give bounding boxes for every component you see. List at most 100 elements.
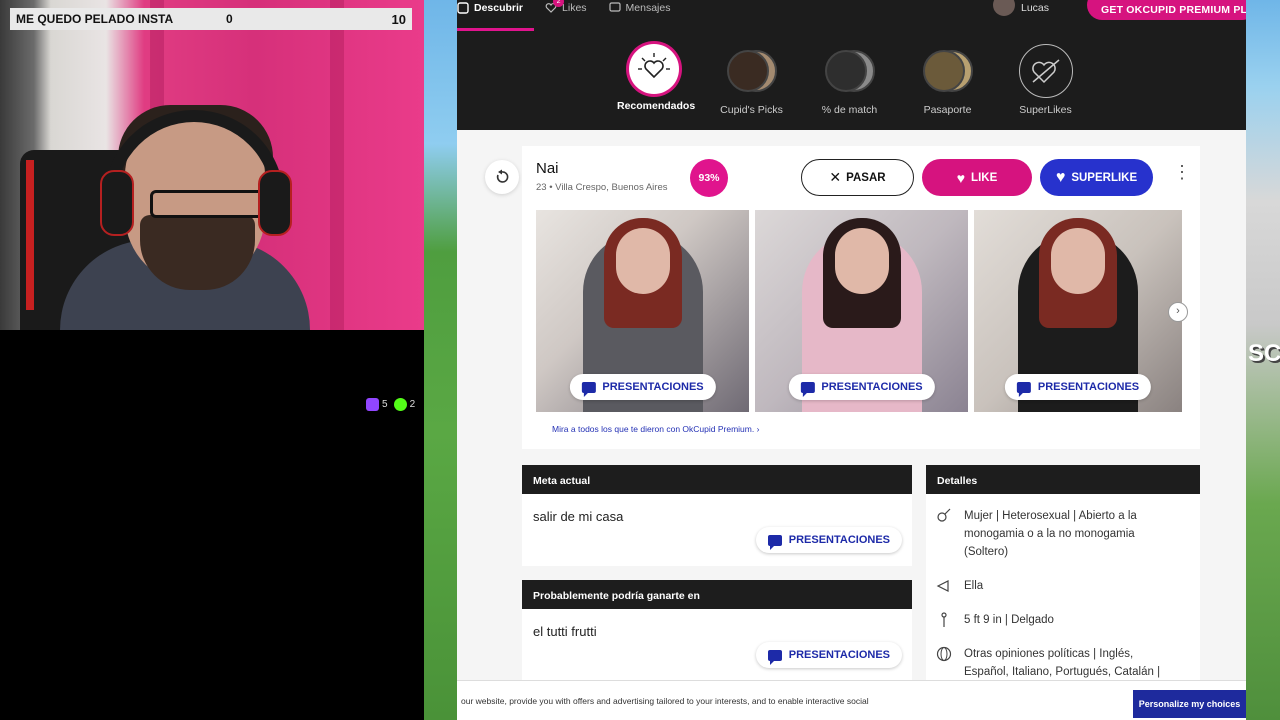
- globe-icon: [936, 646, 952, 662]
- tab-recomendados-label: Recomendados: [617, 100, 696, 112]
- match-thumbs: [823, 44, 877, 98]
- top-bar: Descubrir 2 Likes Mensajes Lucas GET OKC…: [457, 0, 1246, 130]
- presentaciones-button[interactable]: PRESENTACIONES: [755, 642, 902, 668]
- nav-mensajes-label: Mensajes: [625, 2, 671, 14]
- scoreboard-title: ME QUEDO PELADO INSTA: [16, 12, 174, 26]
- scoreboard: ME QUEDO PELADO INSTA 0 10: [10, 8, 412, 30]
- detail-row: Mujer | Heterosexual | Abierto a la mono…: [936, 507, 1137, 561]
- nav-descubrir[interactable]: Descubrir: [457, 2, 534, 31]
- twitch-count: 5: [382, 399, 388, 411]
- detail-row: Ella: [936, 577, 983, 595]
- chat-counters: 5 2: [366, 398, 415, 411]
- like-button[interactable]: ♥ LIKE: [922, 159, 1032, 196]
- section-ganarte: Probablemente podría ganarte en el tutti…: [522, 580, 912, 690]
- tab-recomendados[interactable]: Recomendados: [617, 44, 695, 116]
- detail-line: 5 ft 9 in | Delgado: [964, 614, 1054, 626]
- okcupid-app: Descubrir 2 Likes Mensajes Lucas GET OKC…: [457, 0, 1246, 720]
- undo-button[interactable]: [485, 160, 519, 194]
- presentaciones-button[interactable]: PRESENTACIONES: [569, 374, 716, 400]
- nav-active-underline: [457, 28, 534, 31]
- webcam-feed: [0, 0, 424, 330]
- detail-line: (Soltero): [964, 546, 1009, 558]
- tab-superlikes-label: SuperLikes: [1019, 104, 1072, 116]
- stream-canvas: ME QUEDO PELADO INSTA 0 10 5 2 SC Descub…: [0, 0, 1280, 720]
- pasaporte-thumbs: [921, 44, 975, 98]
- tab-match-label: % de match: [821, 104, 878, 116]
- section-ganarte-text: el tutti frutti: [533, 624, 597, 639]
- get-premium-button[interactable]: GET OKCUPID PREMIUM PL: [1087, 0, 1246, 20]
- presentaciones-button[interactable]: PRESENTACIONES: [1004, 374, 1152, 400]
- kick-icon: [393, 398, 407, 411]
- tab-cupids-picks[interactable]: Cupid's Picks: [715, 44, 788, 116]
- presentaciones-label: PRESENTACIONES: [1037, 381, 1140, 393]
- detail-line: Español, Italiano, Portugués, Catalán |: [964, 666, 1161, 678]
- chat-icon: [1016, 381, 1031, 397]
- detail-line: Ella: [964, 580, 984, 592]
- detail-row: 5 ft 9 in | Delgado: [936, 611, 1054, 629]
- profile-photo[interactable]: PRESENTACIONES: [974, 210, 1182, 412]
- section-detalles: Detalles Mujer | Heterosexual | Abierto …: [926, 465, 1200, 695]
- recomendados-icon: [628, 44, 679, 94]
- more-options-icon[interactable]: ⋮: [1172, 163, 1192, 188]
- pass-label: PASAR: [846, 171, 886, 184]
- nav-likes[interactable]: 2 Likes: [545, 0, 587, 14]
- chat-icon: [581, 381, 596, 397]
- profile-meta: 23 • Villa Crespo, Buenos Aires: [536, 182, 668, 193]
- body-icon: [941, 612, 947, 627]
- like-label: LIKE: [971, 171, 998, 184]
- discover-tabs: Recomendados Cupid's Picks % de match Pa…: [617, 44, 1082, 116]
- presentaciones-label: PRESENTACIONES: [821, 381, 923, 393]
- profile-photo[interactable]: PRESENTACIONES: [755, 210, 968, 412]
- detail-line: Otras opiniones políticas | Inglés,: [964, 648, 1134, 660]
- detail-line: Mujer | Heterosexual | Abierto a la: [964, 510, 1137, 522]
- pass-button[interactable]: ✕ PASAR: [801, 159, 914, 196]
- twitch-icon: [366, 398, 379, 411]
- profile-name: Nai: [536, 160, 559, 177]
- chat-icon: [608, 2, 621, 12]
- premium-link[interactable]: Mira a todos los que te dieron con OkCup…: [552, 424, 759, 434]
- profile-photo[interactable]: PRESENTACIONES: [536, 210, 749, 412]
- close-icon: ✕: [829, 169, 842, 185]
- superlike-label: SUPERLIKE: [1071, 171, 1138, 184]
- superlike-button[interactable]: ♥ SUPERLIKE: [1040, 159, 1153, 196]
- tab-pasaporte[interactable]: Pasaporte: [911, 44, 984, 116]
- tab-cupids-picks-label: Cupid's Picks: [720, 104, 783, 116]
- avatar: [993, 0, 1015, 16]
- presentaciones-button[interactable]: PRESENTACIONES: [755, 527, 902, 553]
- presentaciones-label: PRESENTACIONES: [788, 534, 890, 546]
- badge-count: 2: [409, 399, 416, 411]
- heart-icon: ♥: [956, 169, 966, 186]
- undo-icon: [496, 169, 509, 183]
- compass-icon: [457, 2, 469, 14]
- detail-line: monogamia o a la no monogamia: [964, 528, 1135, 540]
- section-detalles-title: Detalles: [926, 465, 1200, 494]
- user-name: Lucas: [1021, 2, 1050, 14]
- premium-link-label: Mira a todos los que te dieron con OkCup…: [552, 424, 755, 434]
- superlikes-icon: [1018, 44, 1073, 98]
- tab-match[interactable]: % de match: [813, 44, 886, 116]
- section-meta-actual-text: salir de mi casa: [533, 509, 624, 524]
- personalize-choices-button[interactable]: Personalize my choices: [1133, 690, 1246, 718]
- user-menu[interactable]: Lucas: [993, 0, 1049, 16]
- section-meta-actual: Meta actual salir de mi casa PRESENTACIO…: [522, 465, 912, 566]
- next-photo-icon[interactable]: ›: [1168, 302, 1188, 322]
- nav-descubrir-label: Descubrir: [474, 2, 524, 14]
- game-background-right: SC: [1246, 0, 1280, 720]
- scoreboard-score-a: 0: [226, 12, 233, 26]
- presentaciones-label: PRESENTACIONES: [788, 649, 890, 661]
- tab-superlikes[interactable]: SuperLikes: [1009, 44, 1082, 116]
- match-percentage: 93%: [690, 159, 728, 197]
- cookie-text: our website, provide you with offers and…: [461, 696, 869, 706]
- nav-mensajes[interactable]: Mensajes: [608, 2, 671, 14]
- chat-icon: [767, 534, 782, 550]
- superlike-icon: ♥: [1055, 168, 1066, 186]
- chat-icon: [767, 649, 782, 665]
- section-meta-actual-title: Meta actual: [522, 465, 912, 494]
- nav-likes-label: Likes: [562, 2, 587, 14]
- game-background-left: [424, 0, 457, 720]
- tab-pasaporte-label: Pasaporte: [923, 104, 972, 116]
- section-ganarte-title: Probablemente podría ganarte en: [522, 580, 912, 609]
- chat-icon: [800, 381, 815, 397]
- megaphone-icon: [936, 580, 949, 592]
- presentaciones-button[interactable]: PRESENTACIONES: [788, 374, 935, 400]
